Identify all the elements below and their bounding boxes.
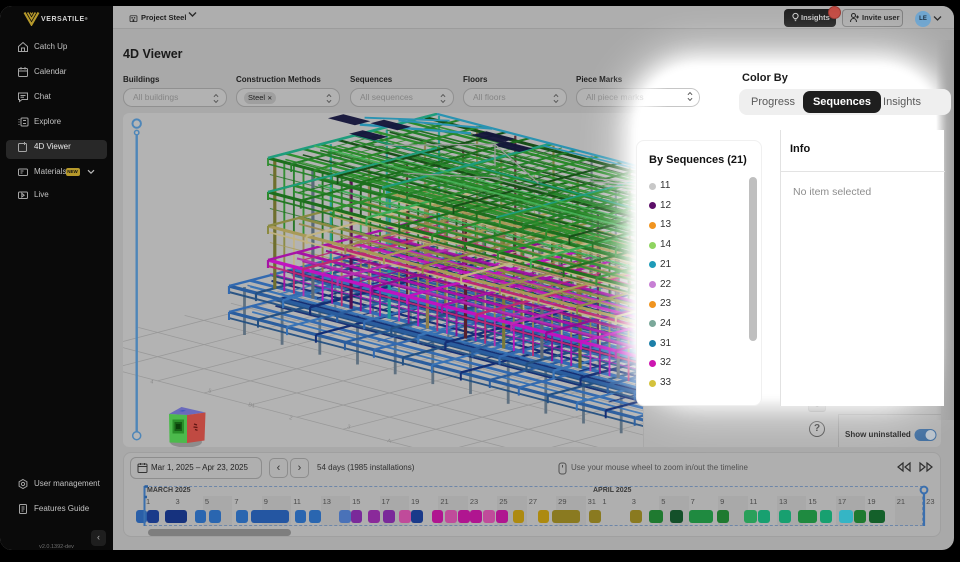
svg-text:3: 3 [347,424,351,431]
svg-text:B1: B1 [248,402,256,409]
svg-text:5: 5 [208,388,212,395]
svg-text:2: 2 [289,415,293,422]
svg-text:4: 4 [150,379,154,386]
